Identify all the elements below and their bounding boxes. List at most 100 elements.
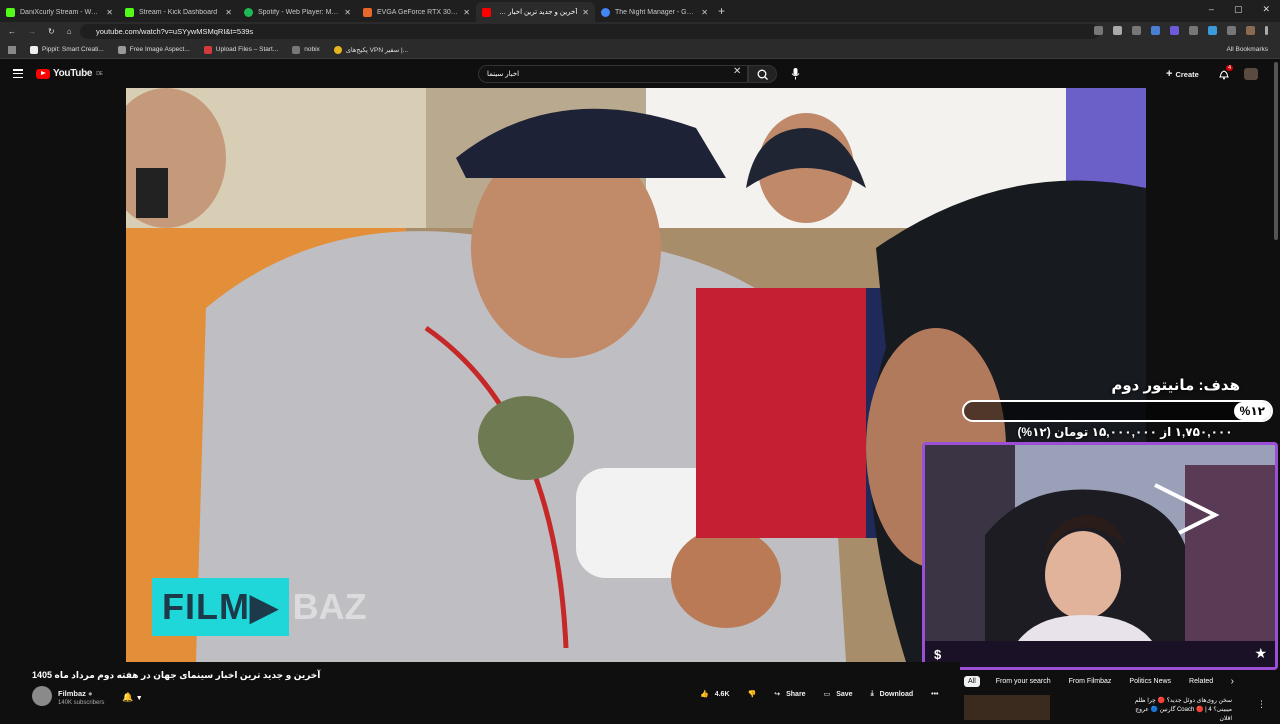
chip-all[interactable]: All [964, 676, 980, 687]
channel-name[interactable]: Filmbaz ● [58, 689, 93, 698]
search-icon [757, 69, 768, 80]
menu-icon[interactable] [13, 69, 23, 78]
star-icon[interactable]: ★ [1254, 645, 1267, 662]
browser-tab[interactable]: Spotify - Web Player: Music for ✕ [238, 2, 357, 22]
chevron-right-icon[interactable]: › [1231, 676, 1234, 687]
save-button[interactable]: ▭ Save [823, 690, 853, 699]
browser-tab[interactable]: DaniXcurly Stream - Watch Live ✕ [0, 2, 119, 22]
bookmark-item[interactable]: Free Image Aspect... [117, 45, 190, 54]
youtube-logo[interactable]: YouTube DE [36, 68, 103, 79]
search-button[interactable] [748, 65, 777, 83]
youtube-header: YouTube DE اخبار سینما ✕ + Create 4 [0, 60, 1280, 88]
tab-title: The Night Manager - Google S [615, 8, 696, 16]
close-icon[interactable]: ✕ [225, 8, 232, 17]
logo-text: YouTube [53, 68, 93, 79]
forward-icon[interactable]: → [28, 27, 36, 36]
chip-related[interactable]: Related [1187, 676, 1215, 687]
goal-percent: %۱۲ [1239, 404, 1265, 418]
browser-tab-active[interactable]: آخرین و جدید ترین اخبار سینم ✕ [476, 2, 595, 22]
address-bar[interactable]: youtube.com/watch?v=uSYywMSMqRI&t=539s [80, 24, 1100, 39]
tab-favicon [363, 7, 372, 17]
minimize-icon[interactable]: – [1209, 4, 1214, 15]
recommended-thumbnail[interactable] [964, 695, 1050, 720]
watermark-logo: FILM▶ [152, 578, 289, 636]
tab-favicon [601, 7, 610, 17]
browser-tab[interactable]: The Night Manager - Google S ✕ [595, 2, 714, 22]
download-button[interactable]: ⤓ Download [871, 690, 914, 698]
browser-tab-bar: DaniXcurly Stream - Watch Live ✕ Stream -… [0, 0, 1280, 22]
account-avatar[interactable] [1244, 68, 1258, 80]
page-scrollbar[interactable] [1274, 62, 1278, 240]
bookmark-item[interactable]: nobix [292, 45, 320, 54]
bookmark-label: nobix [304, 46, 320, 53]
close-icon[interactable]: ✕ [344, 8, 351, 17]
apps-icon[interactable] [8, 45, 16, 54]
channel-avatar[interactable] [32, 686, 52, 706]
close-icon[interactable]: ✕ [582, 8, 589, 17]
bookmark-label: پکیج‌های VPN سفیر |... [345, 46, 409, 54]
verified-icon: ● [88, 689, 93, 698]
bookmark-favicon [333, 45, 342, 54]
tab-favicon [125, 7, 134, 17]
share-button[interactable]: ↪ Share [774, 690, 806, 699]
like-button[interactable]: 👍 4.6K [700, 690, 730, 699]
watermark-logo-tail: BAZ [292, 586, 367, 627]
close-icon[interactable]: ✕ [106, 8, 113, 17]
chip-from-filmbaz[interactable]: From Filmbaz [1067, 676, 1114, 687]
clear-search-icon[interactable]: ✕ [733, 66, 741, 77]
more-vertical-icon[interactable]: ⋮ [1257, 699, 1266, 710]
search-query: اخبار سینما [487, 71, 520, 78]
menu-dots-icon[interactable] [1265, 26, 1268, 35]
maximize-icon[interactable]: ▢ [1234, 4, 1243, 15]
all-bookmarks-button[interactable]: All Bookmarks [1226, 46, 1268, 53]
reload-icon[interactable]: ↻ [48, 27, 55, 36]
chip-from-your-search[interactable]: From your search [994, 676, 1053, 687]
install-icon[interactable] [1094, 26, 1103, 35]
download-label: Download [879, 690, 914, 698]
back-icon[interactable]: ← [8, 27, 16, 36]
plus-icon: + [1166, 68, 1173, 80]
extension-icon[interactable] [1170, 26, 1179, 35]
video-actions: 👍 4.6K 👎 ↪ Share ▭ Save ⤓ Download ••• [700, 690, 938, 698]
profile-icon[interactable] [1246, 26, 1255, 35]
close-icon[interactable]: ✕ [701, 8, 708, 17]
extension-icon[interactable] [1189, 26, 1198, 35]
dollar-icon[interactable]: $ [934, 647, 947, 662]
recommended-video[interactable]: سخن روی‌ها‌ی دوئل جدید؟ 🔴 چرا ظلم میبینی… [964, 695, 1274, 722]
webcam-frame [925, 445, 1275, 645]
close-icon[interactable]: ✕ [463, 8, 470, 17]
microphone-icon[interactable] [790, 67, 801, 81]
share-icon: ↪ [774, 691, 781, 698]
extension-icon[interactable] [1208, 26, 1217, 35]
share-label: Share [786, 690, 806, 698]
home-icon[interactable]: ⌂ [67, 27, 72, 36]
thumbs-up-icon: 👍 [700, 691, 709, 698]
browser-tab[interactable]: Stream - Kick Dashboard ✕ [119, 2, 238, 22]
browser-tab[interactable]: EVGA GeForce RTX 3080 Ti FTW3 ✕ [357, 2, 476, 22]
tab-favicon [6, 7, 15, 17]
create-button[interactable]: + Create [1166, 68, 1199, 80]
like-count: 4.6K [714, 690, 730, 698]
filter-chips: All From your search From Filmbaz Politi… [964, 676, 1215, 687]
bookmark-item[interactable]: Pippit: Smart Creati... [30, 45, 104, 54]
save-icon: ▭ [823, 691, 831, 698]
chip-politics-news[interactable]: Politics News [1127, 676, 1173, 687]
subscribe-bell-button[interactable]: 🔔 ▼ [122, 692, 143, 703]
bookmark-item[interactable]: پکیج‌های VPN سفیر |... [333, 45, 409, 54]
extension-icon[interactable] [1132, 26, 1141, 35]
puzzle-icon[interactable] [1227, 26, 1236, 35]
webcam-strip: $ ★ [925, 641, 1275, 667]
webcam-overlay: $ ★ [922, 442, 1278, 670]
bookmark-item[interactable]: Upload Files – Start... [203, 45, 278, 54]
extension-icon[interactable] [1151, 26, 1160, 35]
dislike-button[interactable]: 👎 [748, 690, 757, 698]
new-tab-button[interactable]: + [718, 4, 725, 18]
close-window-icon[interactable]: ✕ [1262, 4, 1270, 15]
chevron-down-icon: ▼ [135, 695, 143, 702]
search-input[interactable]: اخبار سینما [478, 65, 748, 83]
more-actions-button[interactable]: ••• [931, 691, 938, 698]
star-icon[interactable] [1113, 26, 1122, 35]
tab-title: DaniXcurly Stream - Watch Live [20, 8, 101, 16]
subscriber-count: 140K subscribers [58, 700, 105, 706]
extension-icons [1094, 26, 1268, 35]
